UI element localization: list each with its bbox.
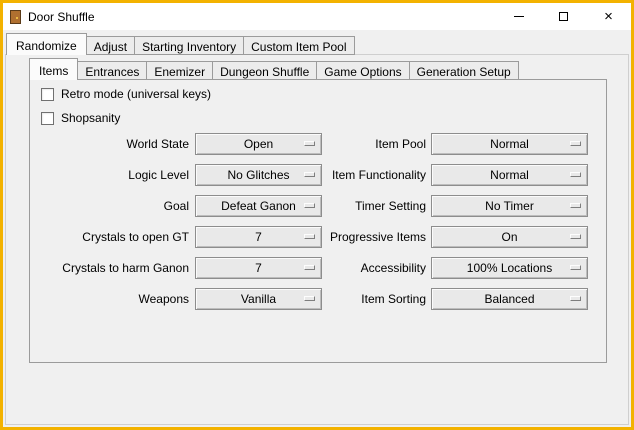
maximize-icon <box>559 12 568 21</box>
weapons-row: Weapons Vanilla <box>30 288 322 310</box>
crystals-ganon-value: 7 <box>255 261 262 275</box>
logic-level-dropdown[interactable]: No Glitches <box>195 164 322 186</box>
timer-setting-dropdown[interactable]: No Timer <box>431 195 588 217</box>
dropdown-indicator-icon <box>304 172 315 177</box>
tab-custom-item-pool[interactable]: Custom Item Pool <box>243 36 354 55</box>
retro-mode-label: Retro mode (universal keys) <box>61 87 211 101</box>
tab-enemizer[interactable]: Enemizer <box>146 61 213 80</box>
dropdown-indicator-icon <box>570 234 581 239</box>
item-sorting-dropdown[interactable]: Balanced <box>431 288 588 310</box>
dropdown-indicator-icon <box>304 141 315 146</box>
tab-dungeon-shuffle[interactable]: Dungeon Shuffle <box>212 61 317 80</box>
crystals-gt-label: Crystals to open GT <box>30 226 195 248</box>
dropdown-indicator-icon <box>570 172 581 177</box>
goal-row: Goal Defeat Ganon <box>30 195 322 217</box>
goal-dropdown[interactable]: Defeat Ganon <box>195 195 322 217</box>
logic-level-row: Logic Level No Glitches <box>30 164 322 186</box>
accessibility-row: Accessibility 100% Locations <box>327 257 588 279</box>
item-functionality-dropdown[interactable]: Normal <box>431 164 588 186</box>
maximize-button[interactable] <box>541 3 586 30</box>
item-functionality-value: Normal <box>490 168 529 182</box>
progressive-items-label: Progressive Items <box>327 226 431 248</box>
weapons-value: Vanilla <box>241 292 276 306</box>
minimize-button[interactable] <box>496 3 541 30</box>
weapons-label: Weapons <box>30 288 195 310</box>
progressive-items-dropdown[interactable]: On <box>431 226 588 248</box>
tab-adjust[interactable]: Adjust <box>86 36 135 55</box>
item-pool-label: Item Pool <box>327 133 431 155</box>
crystals-gt-dropdown[interactable]: 7 <box>195 226 322 248</box>
item-sorting-row: Item Sorting Balanced <box>327 288 588 310</box>
dropdown-indicator-icon <box>304 234 315 239</box>
titlebar[interactable]: Door Shuffle × <box>3 3 631 30</box>
logic-level-value: No Glitches <box>227 168 289 182</box>
item-pool-row: Item Pool Normal <box>327 133 588 155</box>
dropdown-indicator-icon <box>304 265 315 270</box>
window-title: Door Shuffle <box>28 10 95 24</box>
world-state-label: World State <box>30 133 195 155</box>
retro-mode-checkbox[interactable] <box>41 88 54 101</box>
world-state-value: Open <box>244 137 273 151</box>
close-icon: × <box>604 9 613 24</box>
app-window: Door Shuffle × Randomize Adjust Starting… <box>0 0 634 430</box>
progressive-items-value: On <box>501 230 517 244</box>
app-icon <box>10 10 21 24</box>
dropdown-indicator-icon <box>304 296 315 301</box>
outer-tab-bar: Randomize Adjust Starting Inventory Cust… <box>6 33 354 55</box>
logic-level-label: Logic Level <box>30 164 195 186</box>
tab-entrances[interactable]: Entrances <box>77 61 147 80</box>
dropdown-indicator-icon <box>570 141 581 146</box>
items-pane: Retro mode (universal keys) Shopsanity W… <box>29 79 607 363</box>
goal-label: Goal <box>30 195 195 217</box>
retro-mode-checkbox-row: Retro mode (universal keys) <box>41 87 211 101</box>
left-options-column: World State Open Logic Level No Glitches… <box>30 133 322 319</box>
timer-setting-row: Timer Setting No Timer <box>327 195 588 217</box>
crystals-gt-value: 7 <box>255 230 262 244</box>
item-sorting-label: Item Sorting <box>327 288 431 310</box>
minimize-icon <box>514 16 524 17</box>
crystals-ganon-row: Crystals to harm Ganon 7 <box>30 257 322 279</box>
dropdown-indicator-icon <box>304 203 315 208</box>
item-sorting-value: Balanced <box>484 292 534 306</box>
crystals-ganon-dropdown[interactable]: 7 <box>195 257 322 279</box>
item-functionality-row: Item Functionality Normal <box>327 164 588 186</box>
inner-tab-bar: Items Entrances Enemizer Dungeon Shuffle… <box>29 58 518 80</box>
tab-randomize[interactable]: Randomize <box>6 33 87 55</box>
tab-generation-setup[interactable]: Generation Setup <box>409 61 519 80</box>
tab-items[interactable]: Items <box>29 58 78 80</box>
window-controls: × <box>496 3 631 30</box>
accessibility-dropdown[interactable]: 100% Locations <box>431 257 588 279</box>
close-button[interactable]: × <box>586 3 631 30</box>
shopsanity-checkbox[interactable] <box>41 112 54 125</box>
tab-starting-inventory[interactable]: Starting Inventory <box>134 36 244 55</box>
shopsanity-label: Shopsanity <box>61 111 120 125</box>
accessibility-label: Accessibility <box>327 257 431 279</box>
right-options-column: Item Pool Normal Item Functionality Norm… <box>327 133 588 319</box>
item-pool-value: Normal <box>490 137 529 151</box>
tab-game-options[interactable]: Game Options <box>316 61 409 80</box>
progressive-items-row: Progressive Items On <box>327 226 588 248</box>
weapons-dropdown[interactable]: Vanilla <box>195 288 322 310</box>
shopsanity-checkbox-row: Shopsanity <box>41 111 120 125</box>
dropdown-indicator-icon <box>570 203 581 208</box>
item-functionality-label: Item Functionality <box>327 164 431 186</box>
item-pool-dropdown[interactable]: Normal <box>431 133 588 155</box>
timer-setting-value: No Timer <box>485 199 534 213</box>
dropdown-indicator-icon <box>570 296 581 301</box>
world-state-row: World State Open <box>30 133 322 155</box>
goal-value: Defeat Ganon <box>221 199 296 213</box>
crystals-ganon-label: Crystals to harm Ganon <box>30 257 195 279</box>
timer-setting-label: Timer Setting <box>327 195 431 217</box>
world-state-dropdown[interactable]: Open <box>195 133 322 155</box>
accessibility-value: 100% Locations <box>467 261 552 275</box>
dropdown-indicator-icon <box>570 265 581 270</box>
crystals-gt-row: Crystals to open GT 7 <box>30 226 322 248</box>
